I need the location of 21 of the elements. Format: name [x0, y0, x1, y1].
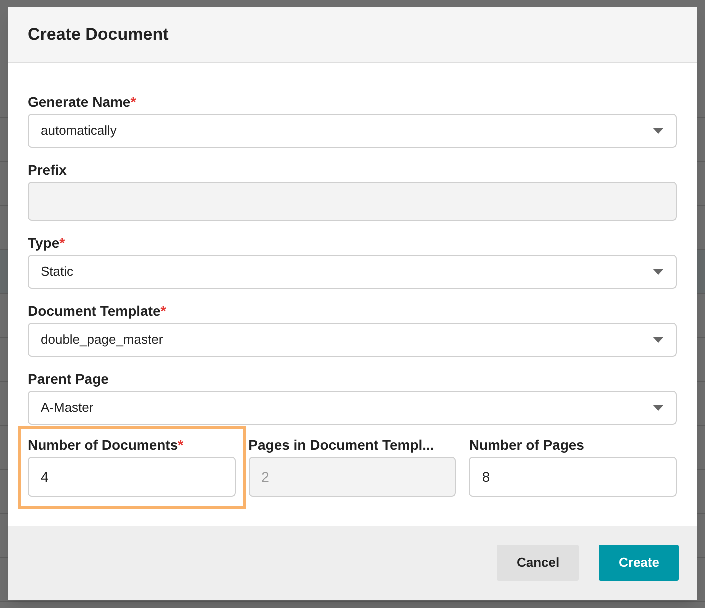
dropdown-caret-icon — [653, 337, 664, 343]
field-label: Document Template* — [28, 302, 168, 321]
dialog-title: Create Document — [28, 24, 169, 46]
create-button[interactable]: Create — [599, 545, 679, 581]
input-field[interactable]: 8 — [469, 457, 677, 497]
field-label: Number of Documents* — [28, 436, 185, 455]
dropdown-field[interactable]: A-Master — [28, 391, 677, 425]
field-label: Number of Pages — [469, 436, 586, 455]
field-label: Parent Page — [28, 370, 110, 389]
dropdown-field[interactable]: Static — [28, 255, 677, 289]
field-label: Generate Name* — [28, 93, 138, 112]
field-label: Type* — [28, 234, 66, 253]
input-field[interactable]: 4 — [28, 457, 236, 497]
cancel-button[interactable]: Cancel — [497, 545, 579, 581]
field-label: Pages in Document Templ... — [248, 436, 436, 455]
field-label: Prefix — [28, 161, 68, 180]
dropdown-field[interactable]: automatically — [28, 114, 677, 148]
dropdown-caret-icon — [653, 128, 664, 134]
dropdown-field[interactable]: double_page_master — [28, 323, 677, 357]
dropdown-caret-icon — [653, 269, 664, 275]
dropdown-caret-icon — [653, 405, 664, 411]
